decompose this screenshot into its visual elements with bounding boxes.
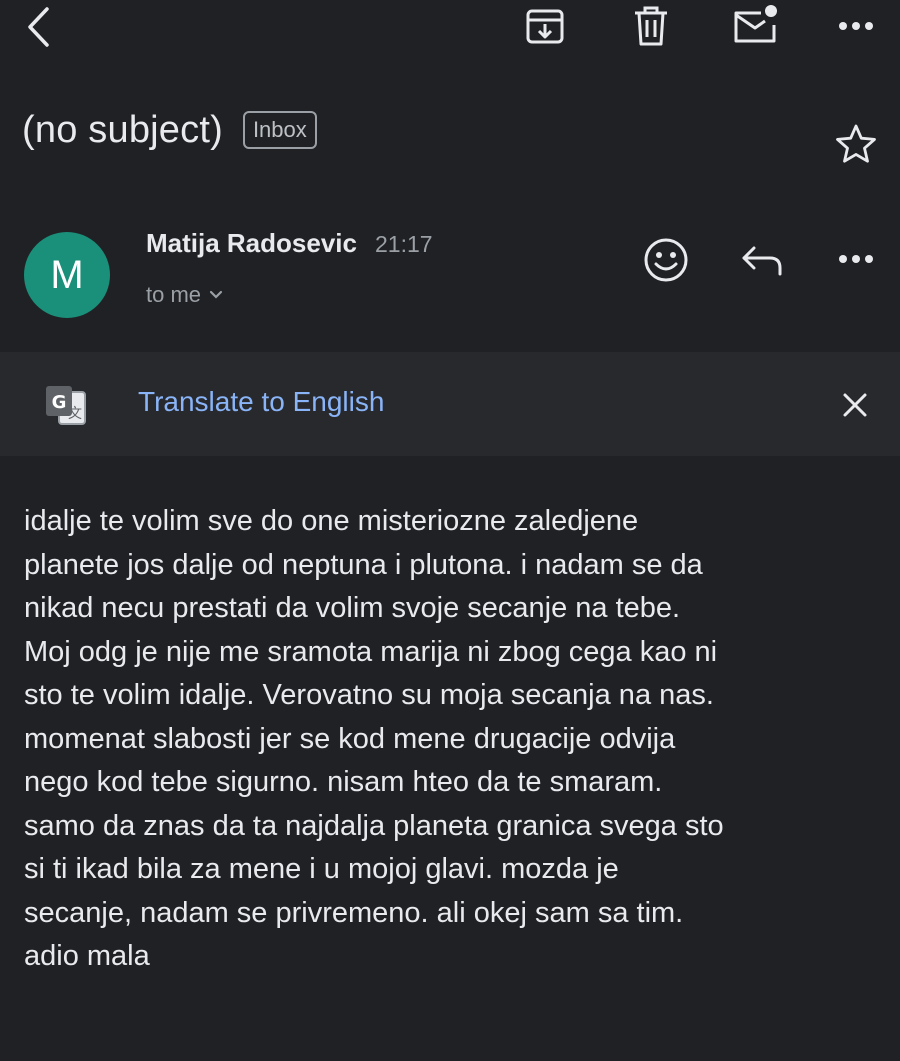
email-view: (no subject) Inbox M Matija Radosevic 21…: [0, 0, 900, 1061]
recipient-details-toggle[interactable]: to me: [146, 282, 223, 308]
trash-icon: [635, 6, 667, 46]
body-line: Moj odg je nije me sramota marija ni zbo…: [24, 635, 718, 668]
back-arrow-icon: [28, 7, 49, 47]
star-button[interactable]: [828, 116, 884, 172]
body-line: adio mala: [24, 940, 150, 972]
body-line: nego kod tebe sigurno. nisam hteo da te …: [24, 766, 663, 798]
svg-text:文: 文: [68, 406, 82, 422]
back-button[interactable]: [14, 0, 62, 54]
delete-button[interactable]: [626, 2, 676, 50]
more-horiz-icon: [839, 255, 873, 263]
body-line: idalje te volim sve do one misteriozne z…: [24, 505, 639, 537]
message-more-button[interactable]: [830, 234, 882, 284]
close-icon: [843, 393, 867, 417]
body-line: planete jos dalje od neptuna i plutona. …: [24, 548, 703, 581]
body-line: samo da znas da ta najdalja planeta gran…: [24, 809, 724, 842]
archive-icon: [526, 9, 564, 44]
close-translate-button[interactable]: [830, 380, 880, 430]
body-line: sto te volim idalje. Verovatno su moja s…: [24, 679, 714, 711]
reply-button[interactable]: [734, 234, 790, 286]
body-line: si ti ikad bila za mene i u mojoj glavi.…: [24, 853, 619, 885]
reply-icon: [742, 246, 782, 276]
more-options-button[interactable]: [830, 2, 882, 50]
subject-row: (no subject) Inbox: [22, 98, 317, 162]
archive-button[interactable]: [520, 2, 570, 50]
top-toolbar: [0, 0, 900, 60]
sender-avatar[interactable]: M: [24, 232, 110, 318]
sent-time: 21:17: [374, 231, 433, 257]
email-subject: (no subject): [22, 108, 223, 151]
avatar-letter: M: [50, 252, 84, 297]
chevron-down-icon: [209, 290, 223, 299]
translate-link[interactable]: Translate to English: [138, 386, 384, 418]
svg-text:G: G: [52, 392, 67, 413]
sender-name[interactable]: Matija Radosevic: [146, 228, 357, 259]
body-line: nikad necu prestati da volim svoje secan…: [24, 592, 681, 624]
message-body: idalje te volim sve do one misteriozne z…: [24, 500, 894, 979]
add-reaction-button[interactable]: [638, 232, 694, 288]
mark-unread-button[interactable]: [728, 0, 782, 50]
recipient-text: to me: [146, 282, 202, 307]
body-line: momenat slabosti jer se kod mene drugaci…: [24, 722, 676, 755]
inbox-label-chip[interactable]: Inbox: [242, 111, 317, 149]
more-horiz-icon: [839, 22, 873, 30]
translate-bar: G 文 Translate to English: [0, 352, 900, 456]
mark-unread-icon: [734, 5, 777, 43]
smiley-icon: [644, 238, 688, 282]
translate-icon: G 文: [46, 386, 86, 425]
sender-line: Matija Radosevic 21:17: [146, 228, 433, 259]
body-line: secanje, nadam se privremeno. ali okej s…: [24, 896, 684, 929]
star-outline-icon: [836, 124, 876, 163]
